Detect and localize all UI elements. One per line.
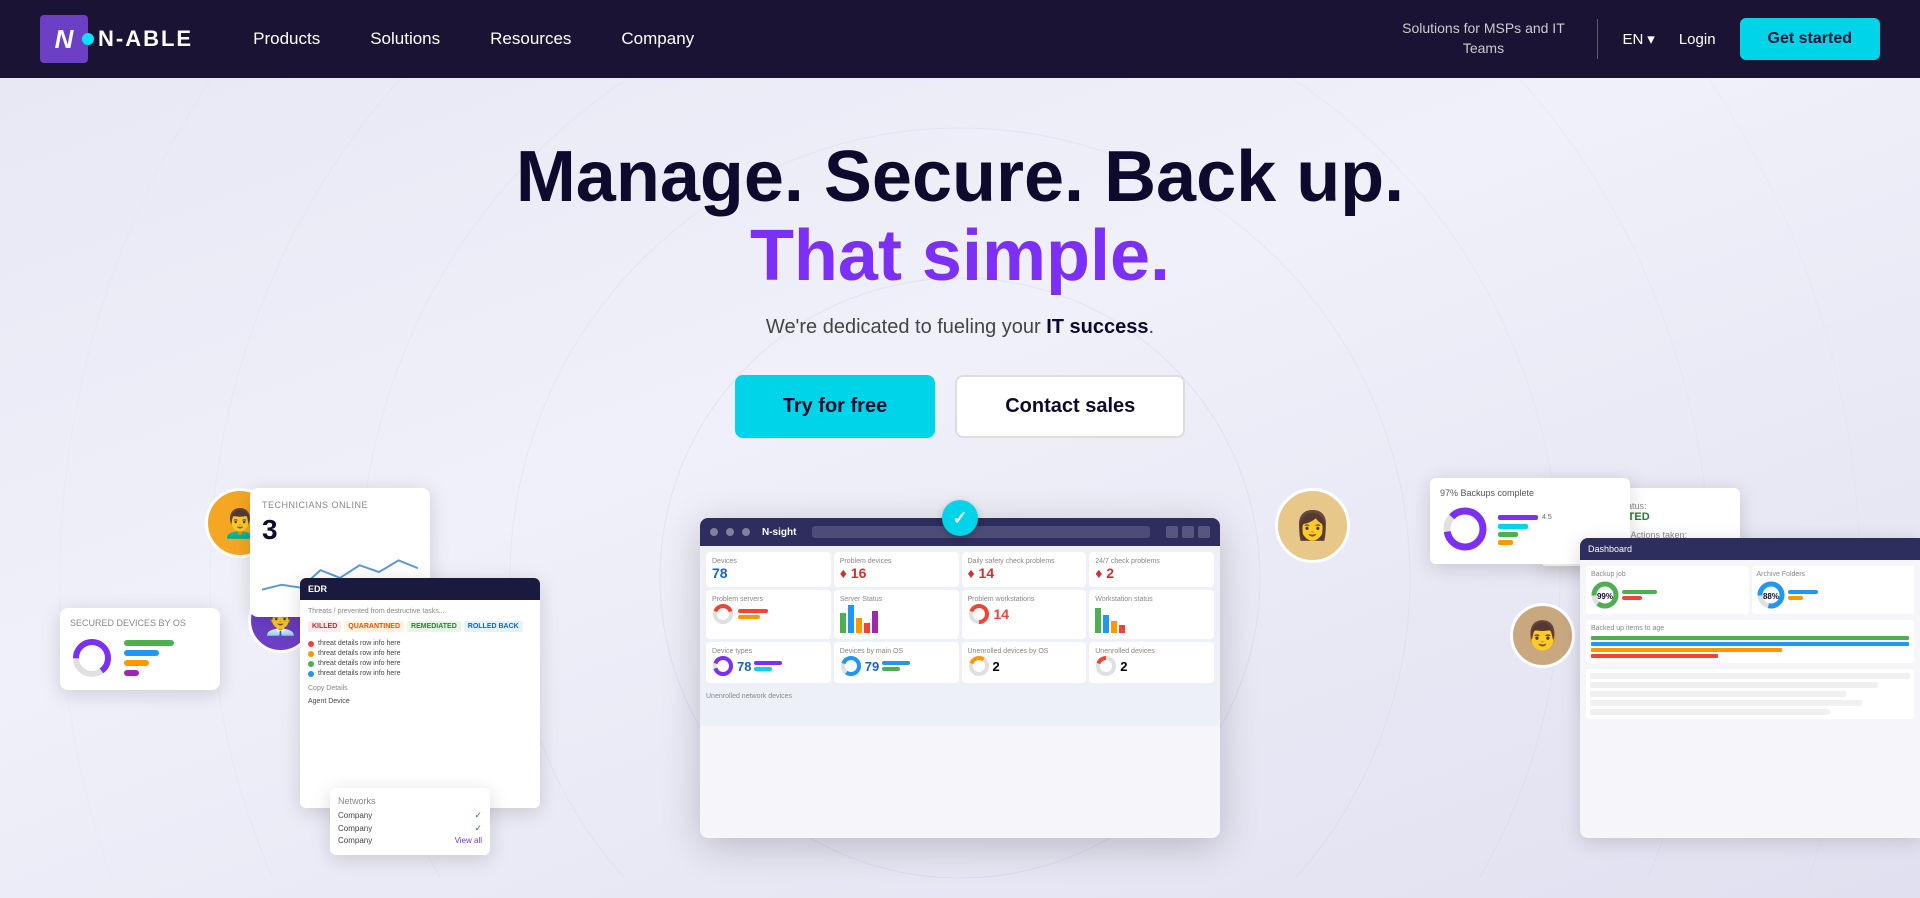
hero-title-line1: Manage. Secure. Back up. [516, 137, 1404, 217]
secured-content [70, 636, 210, 680]
tech-card-number: 3 [262, 514, 418, 546]
edr-card: EDR Threats / prevented from destructive… [300, 578, 540, 808]
hero-section: Manage. Secure. Back up. That simple. We… [0, 78, 1920, 898]
hero-buttons: Try for free Contact sales [735, 375, 1186, 438]
nav-divider [1597, 19, 1598, 59]
check-circle: ✓ [942, 500, 978, 536]
nav-resources[interactable]: Resources [490, 29, 571, 49]
nav-solutions[interactable]: Solutions [370, 29, 440, 49]
nav-right: Solutions for MSPs and IT Teams EN ▾ Log… [1393, 18, 1880, 60]
logo[interactable]: N N-ABLE [40, 15, 193, 63]
edr-body: Threats / prevented from destructive tas… [300, 600, 540, 713]
msp-text: Solutions for MSPs and IT Teams [1393, 19, 1573, 58]
tech-card-label: TECHNICIANS ONLINE [262, 500, 418, 510]
hero-title-line2: That simple. [750, 216, 1170, 296]
secured-label: Secured Devices by OS [70, 618, 210, 628]
dash-stat-problem: Problem devices ♦ 16 [834, 552, 959, 587]
main-dashboard: N-sight Devices 78 Problem devices ♦ [700, 518, 1220, 838]
networks-label: Networks [338, 796, 482, 806]
login-link[interactable]: Login [1679, 31, 1716, 48]
dash-stat-devices: Devices 78 [706, 552, 831, 587]
backup-donut-chart [1440, 504, 1490, 554]
hero-title: Manage. Secure. Back up. That simple. [516, 138, 1404, 296]
secured-devices-card: Secured Devices by OS [60, 608, 220, 690]
edr-topbar: EDR [300, 578, 540, 600]
backup-label: 97% Backups complete [1440, 488, 1620, 498]
logo-n-letter: N [55, 24, 74, 55]
get-started-button[interactable]: Get started [1740, 18, 1880, 60]
dash-stat-247: 24/7 check problems ♦ 2 [1089, 552, 1214, 587]
logo-text: N-ABLE [98, 26, 193, 52]
avatar-woman: 👩 [1275, 488, 1350, 563]
hero-visual: 👨‍🦱 👨‍💼 👩 👨 TECHNICIANS ONLINE 3 Secured… [0, 478, 1920, 898]
edr-status-row: KILLED QUARANTINED REMEDIATED ROLLED BAC… [308, 621, 532, 632]
language-selector[interactable]: EN ▾ [1622, 30, 1654, 48]
avatar-man-right: 👨 [1510, 603, 1575, 668]
view-all-link[interactable]: View all [455, 836, 482, 845]
right-dashboard: Dashboard Backup job 99% [1580, 538, 1920, 838]
nav-products[interactable]: Products [253, 29, 320, 49]
secured-donut-chart [70, 636, 114, 680]
nav-links: Products Solutions Resources Company [253, 29, 1393, 49]
nav-company[interactable]: Company [621, 29, 694, 49]
edr-title: EDR [308, 584, 327, 594]
dash-stats-row: Devices 78 Problem devices ♦ 16 Daily sa… [700, 546, 1220, 689]
networks-card: Networks Company ✓ Company ✓ Company Vie… [330, 788, 490, 855]
navbar: N N-ABLE Products Solutions Resources Co… [0, 0, 1920, 78]
svg-text:88%: 88% [1762, 592, 1778, 601]
dash-stat-daily: Daily safety check problems ♦ 14 [962, 552, 1087, 587]
svg-text:99%: 99% [1597, 592, 1613, 601]
hero-subtitle: We're dedicated to fueling your IT succe… [766, 316, 1154, 339]
dash-app-name: N-sight [762, 527, 796, 538]
try-for-free-button[interactable]: Try for free [735, 375, 935, 438]
logo-icon: N [40, 15, 88, 63]
contact-sales-button[interactable]: Contact sales [955, 375, 1185, 438]
